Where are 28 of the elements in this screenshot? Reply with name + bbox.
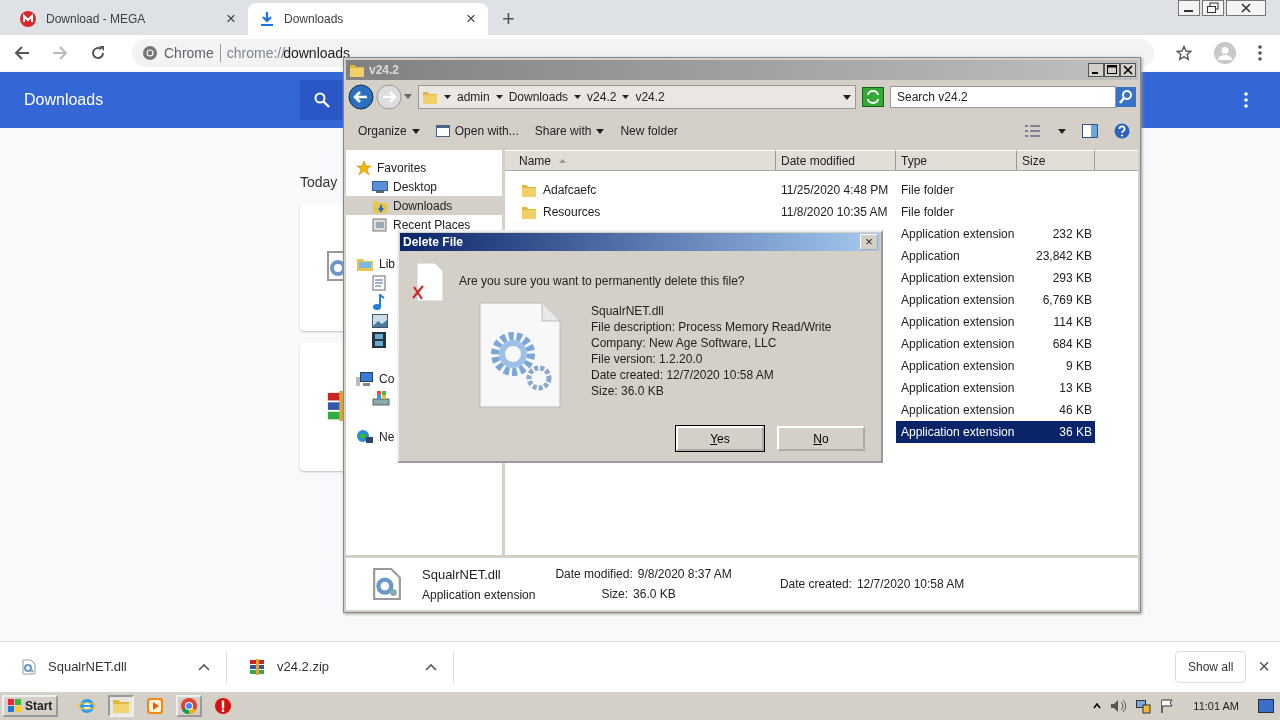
- field-label: Date created:: [779, 577, 852, 591]
- field-label: Size:: [601, 587, 629, 601]
- field-value: 12/7/2020 10:58 AM: [856, 577, 965, 591]
- url-path: downloads: [283, 44, 351, 61]
- file-info-line: Size: 36.0 KB: [591, 384, 665, 398]
- file-info-line: File description: Process Memory Read/Write: [591, 320, 832, 334]
- file-name: v24.2.zip: [277, 659, 331, 674]
- url-scheme: chrome://: [226, 44, 286, 61]
- file-info-line: SqualrNET.dll: [591, 304, 665, 318]
- confirmation-message: Are you sure you want to permanently delete this file?: [459, 274, 746, 288]
- dialog-title: Delete File: [403, 235, 465, 249]
- file-info-line: Date created: 12/7/2020 10:58 AM: [591, 368, 775, 382]
- page-title: Downloads: [24, 91, 105, 109]
- file-name: SqualrNET.dll: [422, 566, 502, 582]
- start-label: Start: [25, 699, 53, 713]
- tab-title: Download - MEGA: [46, 12, 147, 26]
- file-type: Application extension: [422, 587, 536, 602]
- tab-title: Downloads: [284, 12, 345, 26]
- site-label: Chrome: [164, 44, 214, 61]
- file-name: SqualrNET.dll: [48, 659, 128, 674]
- file-info-line: File version: 1.2.20.0: [591, 352, 704, 366]
- date-heading: Today: [300, 174, 338, 190]
- file-info-line: Company: New Age Software, LLC: [591, 336, 778, 350]
- date-cell: 11/8/2020 10:35 AM: [781, 205, 888, 219]
- date-cell: 11/25/2020 4:48 PM: [781, 183, 889, 197]
- field-value: 36.0 KB: [633, 587, 676, 601]
- field-value: 9/8/2020 8:37 AM: [637, 567, 732, 581]
- field-label: Date modified:: [555, 567, 633, 581]
